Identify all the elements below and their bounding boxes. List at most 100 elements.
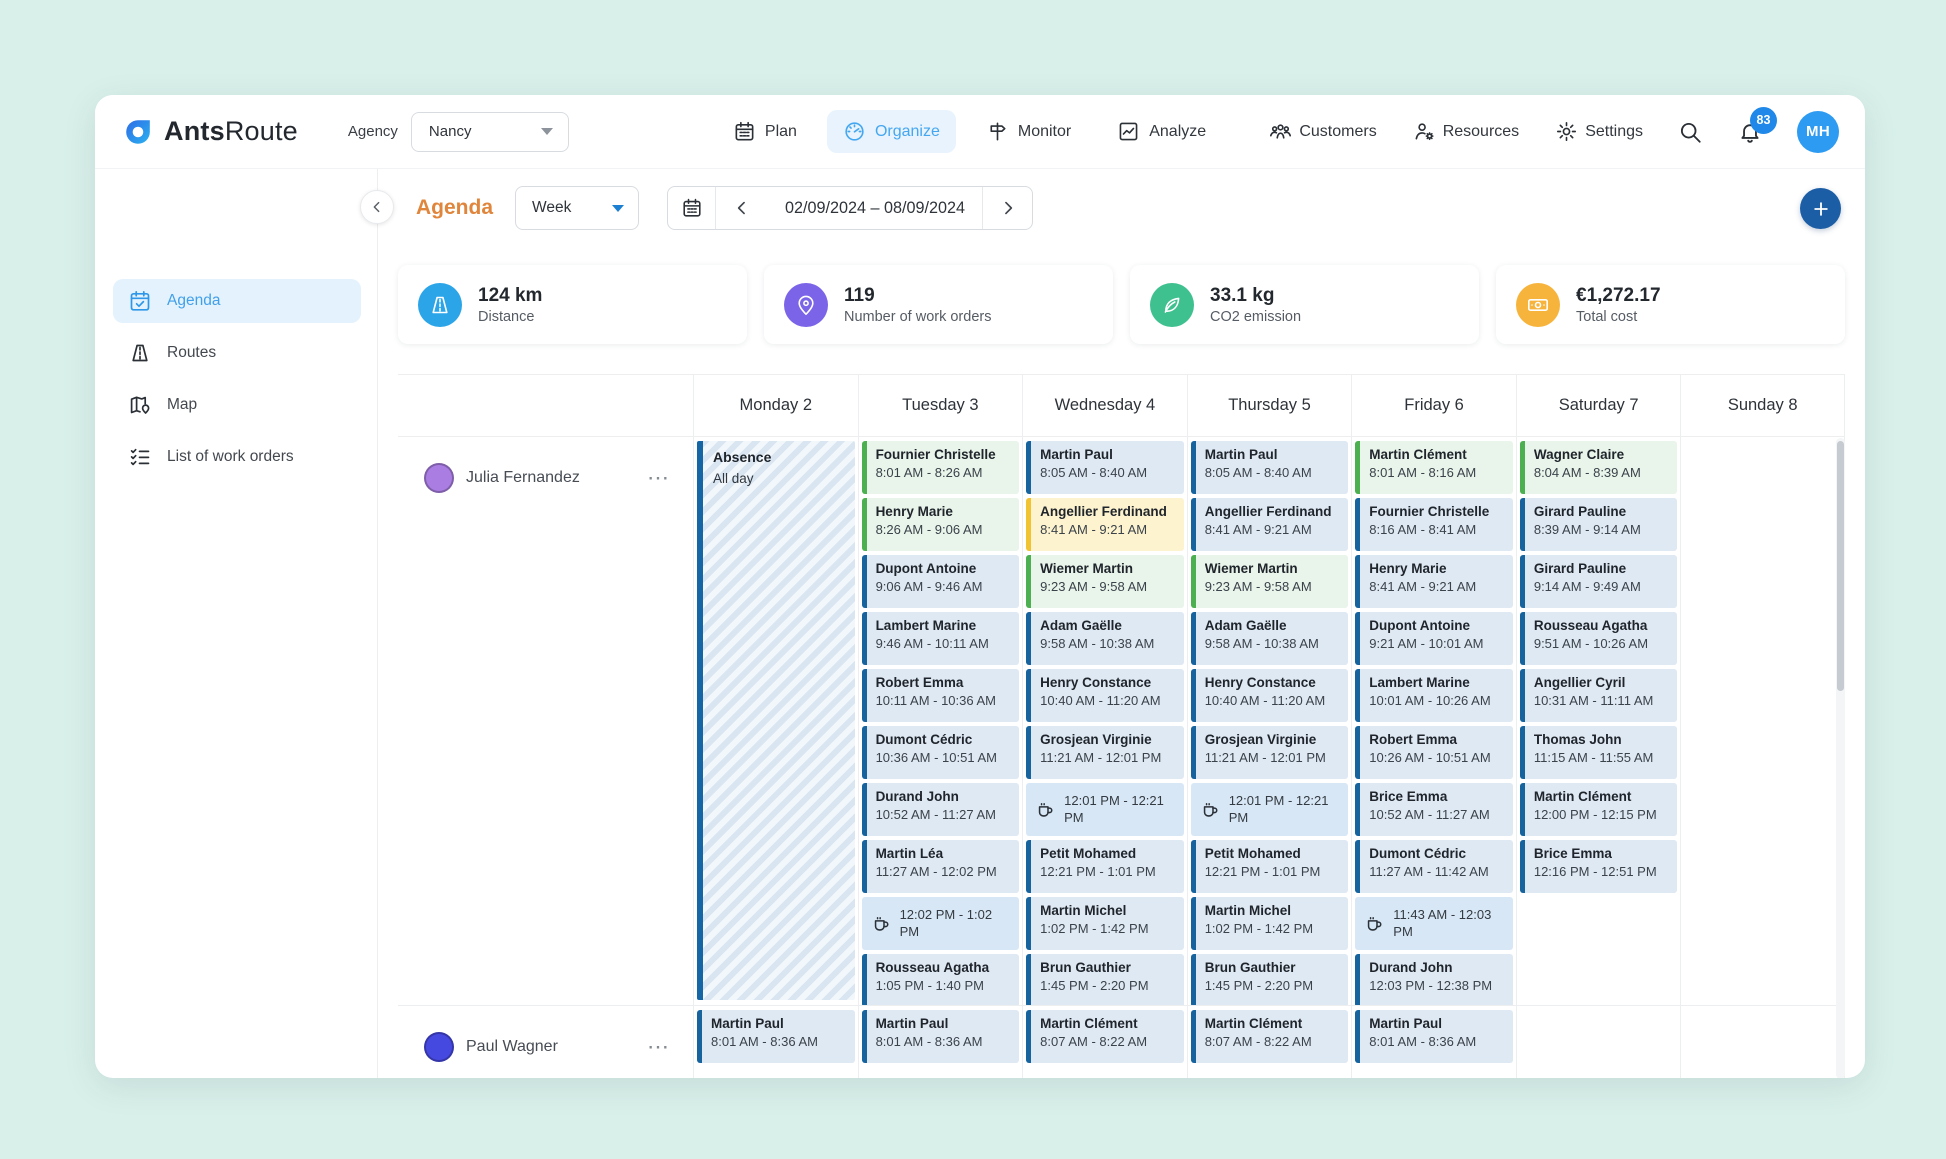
notifications-button[interactable]: 83 <box>1737 119 1763 145</box>
resource-label-cell: Paul Wagner⋯ <box>398 1006 693 1070</box>
tab-monitor[interactable]: Monitor <box>970 110 1087 153</box>
work-order-card[interactable]: Durand John10:52 AM - 11:27 AM <box>862 783 1020 836</box>
add-work-order-button[interactable] <box>1800 188 1841 229</box>
search-button[interactable] <box>1677 119 1703 145</box>
calendar-picker-button[interactable] <box>668 187 716 229</box>
work-order-card[interactable]: Robert Emma10:11 AM - 10:36 AM <box>862 669 1020 722</box>
nav-item-resources[interactable]: Resources <box>1413 120 1519 143</box>
navbar-menu: Customers Resources Settings <box>1269 120 1643 143</box>
work-order-card[interactable]: Petit Mohamed12:21 PM - 1:01 PM <box>1191 840 1349 893</box>
gear-icon <box>1555 120 1578 143</box>
work-order-card[interactable]: Fournier Christelle8:01 AM - 8:26 AM <box>862 441 1020 494</box>
nav-item-settings[interactable]: Settings <box>1555 120 1643 143</box>
vertical-scrollbar[interactable] <box>1836 438 1845 1078</box>
work-order-name: Lambert Marine <box>1369 675 1507 690</box>
work-order-card[interactable]: Adam Gaëlle9:58 AM - 10:38 AM <box>1191 612 1349 665</box>
work-order-card[interactable]: Martin Clément8:01 AM - 8:16 AM <box>1355 441 1513 494</box>
tab-plan[interactable]: Plan <box>717 110 813 153</box>
work-order-name: Dumont Cédric <box>1369 846 1507 861</box>
work-order-time: 9:58 AM - 10:38 AM <box>1205 636 1343 651</box>
work-order-card[interactable]: Wiemer Martin9:23 AM - 9:58 AM <box>1026 555 1184 608</box>
work-order-card[interactable]: Martin Paul8:05 AM - 8:40 AM <box>1026 441 1184 494</box>
break-card[interactable]: 12:02 PM - 1:02 PM <box>862 897 1020 950</box>
work-order-card[interactable]: Wiemer Martin9:23 AM - 9:58 AM <box>1191 555 1349 608</box>
work-order-card[interactable]: Durand John12:03 PM - 12:38 PM <box>1355 954 1513 1005</box>
work-order-card[interactable]: Petit Mohamed12:21 PM - 1:01 PM <box>1026 840 1184 893</box>
row-menu-button[interactable]: ⋯ <box>647 1042 671 1052</box>
nav-item-customers[interactable]: Customers <box>1269 120 1376 143</box>
work-order-card[interactable]: Robert Emma10:26 AM - 10:51 AM <box>1355 726 1513 779</box>
period-select[interactable]: Week <box>515 186 639 230</box>
brand-logo[interactable]: AntsRoute <box>121 115 298 149</box>
tab-organize[interactable]: Organize <box>827 110 956 153</box>
work-order-card[interactable]: Thomas John11:15 AM - 11:55 AM <box>1520 726 1678 779</box>
work-order-card[interactable]: Angellier Cyril10:31 AM - 11:11 AM <box>1520 669 1678 722</box>
work-order-card[interactable]: Henry Marie8:26 AM - 9:06 AM <box>862 498 1020 551</box>
work-order-card[interactable]: Grosjean Virginie11:21 AM - 12:01 PM <box>1026 726 1184 779</box>
work-order-card[interactable]: Lambert Marine10:01 AM - 10:26 AM <box>1355 669 1513 722</box>
work-order-card[interactable]: Brice Emma12:16 PM - 12:51 PM <box>1520 840 1678 893</box>
work-order-card[interactable]: Girard Pauline8:39 AM - 9:14 AM <box>1520 498 1678 551</box>
work-order-card[interactable]: Martin Clément8:07 AM - 8:22 AM <box>1026 1010 1184 1063</box>
work-order-card[interactable]: Lambert Marine9:46 AM - 10:11 AM <box>862 612 1020 665</box>
work-order-name: Angellier Cyril <box>1534 675 1672 690</box>
break-card[interactable]: 11:43 AM - 12:03 PM <box>1355 897 1513 950</box>
work-order-card[interactable]: Martin Paul8:01 AM - 8:36 AM <box>1355 1010 1513 1063</box>
work-order-card[interactable]: Dumont Cédric10:36 AM - 10:51 AM <box>862 726 1020 779</box>
calendar-icon <box>681 197 703 219</box>
absence-card[interactable]: AbsenceAll day <box>697 441 855 1000</box>
previous-week-button[interactable] <box>716 187 768 229</box>
work-order-card[interactable]: Brun Gauthier1:45 PM - 2:20 PM <box>1026 954 1184 1005</box>
work-order-card[interactable]: Grosjean Virginie11:21 AM - 12:01 PM <box>1191 726 1349 779</box>
work-order-card[interactable]: Martin Michel1:02 PM - 1:42 PM <box>1026 897 1184 950</box>
work-order-time: 8:01 AM - 8:36 AM <box>1369 1034 1507 1049</box>
work-order-card[interactable]: Martin Paul8:01 AM - 8:36 AM <box>862 1010 1020 1063</box>
work-order-card[interactable]: Rousseau Agatha9:51 AM - 10:26 AM <box>1520 612 1678 665</box>
work-order-card[interactable]: Brun Gauthier1:45 PM - 2:20 PM <box>1191 954 1349 1005</box>
work-order-card[interactable]: Wagner Claire8:04 AM - 8:39 AM <box>1520 441 1678 494</box>
work-order-name: Durand John <box>1369 960 1507 975</box>
work-order-name: Martin Michel <box>1040 903 1178 918</box>
row-menu-button[interactable]: ⋯ <box>647 473 671 483</box>
day-cell: Fournier Christelle8:01 AM - 8:26 AMHenr… <box>858 437 1023 1005</box>
collapse-sidebar-button[interactable] <box>360 190 394 224</box>
work-order-card[interactable]: Martin Paul8:05 AM - 8:40 AM <box>1191 441 1349 494</box>
work-order-card[interactable]: Rousseau Agatha1:05 PM - 1:40 PM <box>862 954 1020 1005</box>
work-order-card[interactable]: Henry Constance10:40 AM - 11:20 AM <box>1191 669 1349 722</box>
work-order-card[interactable]: Angellier Ferdinand8:41 AM - 9:21 AM <box>1191 498 1349 551</box>
agency-select[interactable]: Nancy <box>411 112 569 152</box>
work-order-name: Brun Gauthier <box>1205 960 1343 975</box>
work-order-card[interactable]: Henry Constance10:40 AM - 11:20 AM <box>1026 669 1184 722</box>
work-order-card[interactable]: Fournier Christelle8:16 AM - 8:41 AM <box>1355 498 1513 551</box>
stat-value: 124 km <box>478 284 542 308</box>
sidebar-item-map[interactable]: Map <box>113 383 361 427</box>
work-order-card[interactable]: Henry Marie8:41 AM - 9:21 AM <box>1355 555 1513 608</box>
work-order-card[interactable]: Dumont Cédric 11:27 AM - 11:42 AM <box>1355 840 1513 893</box>
work-order-card[interactable]: Adam Gaëlle9:58 AM - 10:38 AM <box>1026 612 1184 665</box>
work-order-card[interactable]: Brice Emma10:52 AM - 11:27 AM <box>1355 783 1513 836</box>
scrollbar-thumb[interactable] <box>1837 441 1844 691</box>
work-order-card[interactable]: Martin Michel1:02 PM - 1:42 PM <box>1191 897 1349 950</box>
work-order-time: 8:01 AM - 8:26 AM <box>876 465 1014 480</box>
tab-analyze[interactable]: Analyze <box>1101 110 1222 153</box>
road-icon <box>418 283 462 327</box>
work-order-card[interactable]: Girard Pauline9:14 AM - 9:49 AM <box>1520 555 1678 608</box>
break-card[interactable]: 12:01 PM - 12:21 PM <box>1191 783 1349 836</box>
work-order-card[interactable]: Martin Léa11:27 AM - 12:02 PM <box>862 840 1020 893</box>
work-order-name: Girard Pauline <box>1534 561 1672 576</box>
break-card[interactable]: 12:01 PM - 12:21 PM <box>1026 783 1184 836</box>
work-order-time: 11:27 AM - 11:42 AM <box>1369 864 1507 879</box>
work-order-card[interactable]: Angellier Ferdinand8:41 AM - 9:21 AM <box>1026 498 1184 551</box>
sidebar-item-agenda[interactable]: Agenda <box>113 279 361 323</box>
work-order-card[interactable]: Martin Clément8:07 AM - 8:22 AM <box>1191 1010 1349 1063</box>
work-order-name: Dupont Antoine <box>1369 618 1507 633</box>
work-order-card[interactable]: Martin Clément12:00 PM - 12:15 PM <box>1520 783 1678 836</box>
next-week-button[interactable] <box>982 187 1032 229</box>
work-order-card[interactable]: Dupont Antoine9:06 AM - 9:46 AM <box>862 555 1020 608</box>
main-content: Agenda Week 02/09/2024 – 08/09/2024 <box>378 169 1865 1078</box>
work-order-card[interactable]: Dupont Antoine9:21 AM - 10:01 AM <box>1355 612 1513 665</box>
work-order-card[interactable]: Martin Paul8:01 AM - 8:36 AM <box>697 1010 855 1063</box>
user-avatar[interactable]: MH <box>1797 111 1839 153</box>
sidebar-item-list-of-work-orders[interactable]: List of work orders <box>113 435 361 479</box>
sidebar-item-routes[interactable]: Routes <box>113 331 361 375</box>
